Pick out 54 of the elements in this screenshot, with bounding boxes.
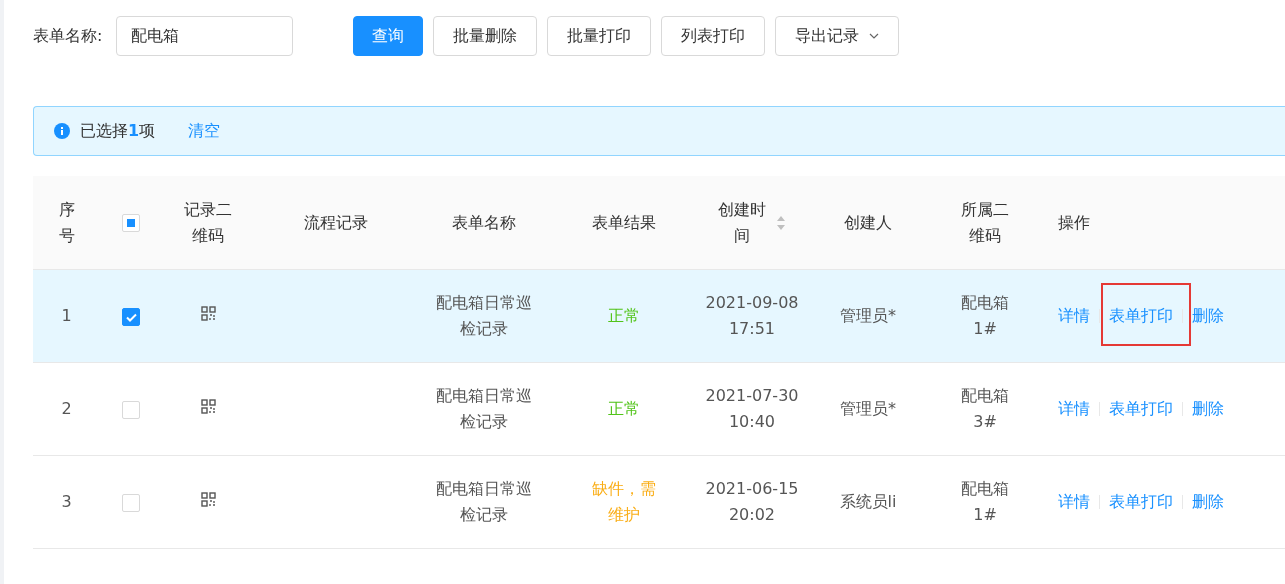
action-link[interactable]: 表单打印: [1109, 399, 1173, 418]
table-cell-text: 配电箱3#: [961, 385, 1009, 433]
select-all-checkbox[interactable]: [122, 214, 140, 233]
table-cell-text: 2021-09-08 17:51: [704, 292, 800, 340]
table-cell-text: 配电箱1#: [961, 292, 1009, 340]
result-status: 正常: [607, 305, 641, 328]
chevron-down-icon: [869, 33, 880, 39]
table-cell-text: 配电箱日常巡检记录: [436, 292, 532, 340]
column-header: 所属二维码: [961, 198, 1009, 247]
result-status: 缺件，需维护: [592, 478, 656, 526]
action-link[interactable]: 详情: [1058, 492, 1090, 511]
row-checkbox[interactable]: [122, 307, 140, 326]
check-icon: [126, 312, 137, 322]
table-cell-text: 2021-07-30 10:40: [704, 385, 800, 433]
table-cell-text: 系统员li: [839, 491, 897, 514]
table-cell-text: 管理员*: [840, 398, 896, 421]
table-cell-text: 配电箱日常巡检记录: [436, 385, 532, 433]
qr-code-icon[interactable]: [200, 306, 216, 321]
column-header: 创建人: [844, 211, 892, 234]
qr-code-icon[interactable]: [200, 399, 216, 414]
toolbar-button[interactable]: 列表打印: [661, 16, 766, 56]
column-header: 流程记录: [304, 211, 368, 234]
table-cell-text: 配电箱1#: [961, 478, 1009, 526]
action-link[interactable]: 表单打印: [1109, 306, 1173, 325]
column-header: 操作: [1058, 211, 1090, 234]
table-cell-text: 管理员*: [840, 305, 896, 328]
selection-message: 已选择1项: [80, 120, 156, 142]
column-header: 表单名称: [452, 211, 516, 234]
clear-link[interactable]: 清空: [188, 120, 221, 142]
row-number: 2: [61, 398, 72, 421]
table-cell-text: 2021-06-15 20:02: [704, 478, 800, 526]
action-link[interactable]: 删除: [1192, 306, 1224, 325]
export-dropdown-button[interactable]: 导出记录: [775, 16, 900, 56]
query-button[interactable]: 查询: [353, 16, 424, 56]
column-header: 序号: [58, 198, 75, 247]
action-link[interactable]: 详情: [1058, 306, 1090, 325]
column-header: 记录二维码: [184, 198, 232, 247]
toolbar-button[interactable]: 批量删除: [433, 16, 538, 56]
column-header: 创建时间: [718, 198, 766, 247]
action-link[interactable]: 删除: [1192, 399, 1224, 418]
column-header: 表单结果: [592, 211, 656, 234]
action-link[interactable]: 详情: [1058, 399, 1090, 418]
action-link[interactable]: 删除: [1192, 492, 1224, 511]
row-number: 3: [61, 491, 72, 514]
table-cell-text: 配电箱日常巡检记录: [436, 478, 532, 526]
action-link[interactable]: 表单打印: [1109, 492, 1173, 511]
filter-label: 表单名称:: [33, 25, 103, 47]
info-icon: [54, 123, 70, 139]
result-status: 正常: [607, 398, 641, 421]
toolbar-button[interactable]: 批量打印: [547, 16, 652, 56]
qr-code-icon[interactable]: [200, 492, 216, 507]
row-number: 1: [61, 305, 72, 328]
form-name-field[interactable]: 配电箱: [116, 16, 294, 56]
sort-icon[interactable]: [776, 214, 786, 231]
